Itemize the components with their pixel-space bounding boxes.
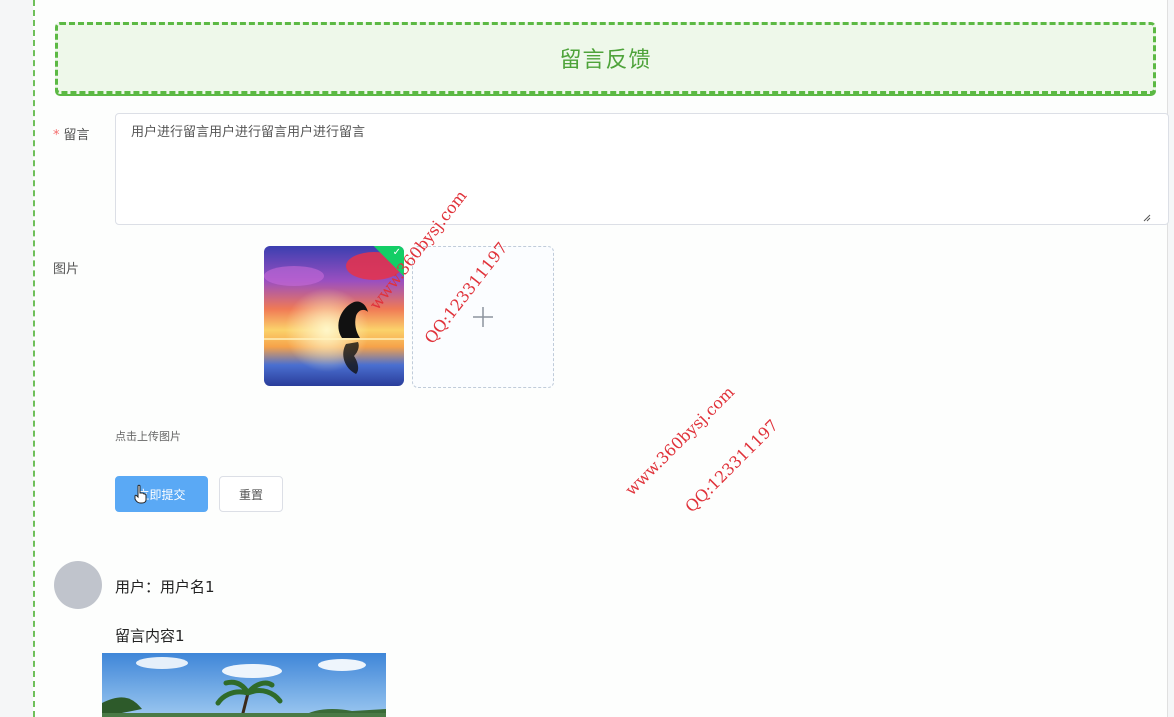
comment-image[interactable] [102,653,386,717]
left-gutter [0,0,33,717]
submit-button[interactable]: 立即提交 [115,476,208,512]
dolphin-sunset-image [264,246,404,386]
message-label: * 留言 [53,124,90,143]
required-mark: * [53,128,60,143]
message-label-text: 留言 [63,128,90,143]
comment-content: 留言内容1 [115,627,185,645]
image-label: 图片 [53,262,80,277]
hand-cursor-icon [134,484,147,504]
page-title: 留言反馈 [559,48,652,73]
tropical-beach-image [102,653,386,717]
page-header-banner: 留言反馈 [55,22,1156,94]
page-border [33,0,35,717]
avatar [54,561,102,609]
upload-hint: 点击上传图片 [115,430,181,443]
scrollbar-track[interactable] [1167,0,1174,717]
message-textarea[interactable] [115,113,1169,225]
comment-user: 用户：用户名1 [115,578,215,596]
plus-icon [473,307,493,327]
resize-handle-icon[interactable] [1143,214,1151,222]
reset-button[interactable]: 重置 [219,476,283,512]
uploaded-image-thumbnail[interactable]: ✓ [264,246,404,386]
